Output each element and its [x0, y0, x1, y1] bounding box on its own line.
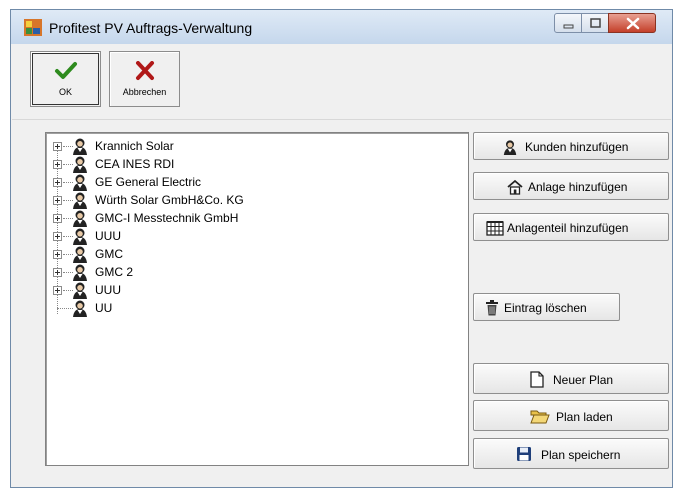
- expand-toggle[interactable]: [53, 178, 62, 187]
- expand-toggle[interactable]: [53, 214, 62, 223]
- close-icon: [626, 17, 640, 30]
- tree-item[interactable]: UUU: [46, 227, 466, 245]
- add-plant-button[interactable]: Anlage hinzufügen: [473, 172, 669, 200]
- maximize-icon: [590, 18, 601, 28]
- customer-tree[interactable]: Krannich Solar CEA INES RDI GE General E…: [45, 132, 469, 466]
- window-title: Profitest PV Auftrags-Verwaltung: [49, 20, 253, 36]
- tree-item[interactable]: Krannich Solar: [46, 137, 466, 155]
- expand-toggle[interactable]: [53, 268, 62, 277]
- tree-item[interactable]: GMC: [46, 245, 466, 263]
- tree-item[interactable]: GMC-I Messtechnik GmbH: [46, 209, 466, 227]
- expand-toggle[interactable]: [53, 250, 62, 259]
- tree-item-label: Krannich Solar: [95, 139, 174, 153]
- add-customer-label: Kunden hinzufügen: [525, 140, 629, 154]
- cancel-label: Abbrechen: [122, 87, 167, 97]
- tree-item-label: UUU: [95, 283, 121, 297]
- expand-toggle[interactable]: [53, 232, 62, 241]
- main-window: Profitest PV Auftrags-Verwaltung OK Abbr…: [10, 9, 673, 488]
- minimize-icon: [563, 24, 574, 29]
- tree-item[interactable]: GMC 2: [46, 263, 466, 281]
- expand-toggle[interactable]: [53, 160, 62, 169]
- tree-item-label: UU: [95, 301, 113, 315]
- expand-toggle[interactable]: [53, 286, 62, 295]
- new-plan-button[interactable]: Neuer Plan: [473, 363, 669, 394]
- delete-entry-button[interactable]: Eintrag löschen: [473, 293, 620, 321]
- tree-item[interactable]: UUU: [46, 281, 466, 299]
- tree-item-label: UUU: [95, 229, 121, 243]
- maximize-button[interactable]: [581, 13, 609, 33]
- new-plan-label: Neuer Plan: [553, 373, 614, 387]
- app-icon: [24, 19, 42, 36]
- tree-item-label: GE General Electric: [95, 175, 202, 189]
- grid-panel-icon: [486, 220, 504, 239]
- expand-toggle[interactable]: [53, 142, 62, 151]
- tree-item[interactable]: GE General Electric: [46, 173, 466, 191]
- open-folder-icon: [530, 409, 550, 427]
- add-plant-part-label: Anlagenteil hinzufügen: [507, 221, 629, 235]
- load-plan-button[interactable]: Plan laden: [473, 400, 669, 431]
- minimize-button[interactable]: [554, 13, 582, 33]
- floppy-disk-icon: [516, 446, 532, 465]
- tree-item-label: GMC 2: [95, 265, 134, 279]
- tree-item[interactable]: UU: [46, 299, 466, 317]
- cancel-button[interactable]: Abbrechen: [109, 51, 180, 107]
- tree-item-label: GMC-I Messtechnik GmbH: [95, 211, 239, 225]
- toolbar: OK Abbrechen: [12, 44, 671, 120]
- red-x-icon: [136, 61, 154, 80]
- save-plan-button[interactable]: Plan speichern: [473, 438, 669, 469]
- add-plant-part-button[interactable]: Anlagenteil hinzufügen: [473, 213, 669, 241]
- tree-item-label: CEA INES RDI: [95, 157, 175, 171]
- person-icon: [502, 139, 518, 158]
- load-plan-label: Plan laden: [556, 410, 613, 424]
- add-plant-label: Anlage hinzufügen: [528, 180, 628, 194]
- add-customer-button[interactable]: Kunden hinzufügen: [473, 132, 669, 160]
- blank-document-icon: [530, 371, 544, 391]
- ok-button[interactable]: OK: [30, 51, 101, 107]
- trash-icon: [485, 300, 499, 319]
- tree-item[interactable]: Würth Solar GmbH&Co. KG: [46, 191, 466, 209]
- ok-label: OK: [58, 87, 72, 97]
- close-button[interactable]: [608, 13, 656, 33]
- checkmark-icon: [55, 62, 77, 79]
- tree-item[interactable]: CEA INES RDI: [46, 155, 466, 173]
- title-bar[interactable]: Profitest PV Auftrags-Verwaltung: [11, 10, 672, 44]
- tree-item-label: GMC: [95, 247, 123, 261]
- tree-item-label: Würth Solar GmbH&Co. KG: [95, 193, 244, 207]
- house-icon: [507, 179, 523, 198]
- person-icon: [71, 299, 89, 320]
- save-plan-label: Plan speichern: [541, 448, 621, 462]
- delete-entry-label: Eintrag löschen: [504, 301, 587, 315]
- expand-toggle[interactable]: [53, 196, 62, 205]
